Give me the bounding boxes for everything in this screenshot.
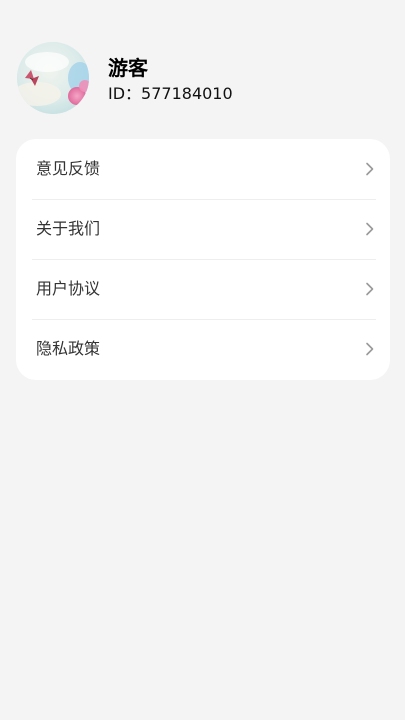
menu-item-feedback[interactable]: 意见反馈: [16, 139, 390, 199]
chevron-right-icon: [366, 282, 374, 296]
chevron-right-icon: [366, 162, 374, 176]
menu-item-user-agreement[interactable]: 用户协议: [16, 259, 390, 319]
menu-item-label: 关于我们: [36, 219, 101, 238]
username: 游客: [108, 56, 148, 80]
chevron-right-icon: [366, 342, 374, 356]
menu-item-about-us[interactable]: 关于我们: [16, 199, 390, 259]
chevron-right-icon: [366, 222, 374, 236]
avatar-image: [17, 42, 89, 114]
profile-header: 游客 ID：577184010: [17, 42, 387, 114]
user-id: ID：577184010: [108, 84, 233, 103]
settings-menu-card: 意见反馈 关于我们 用户协议 隐私政策: [16, 139, 390, 380]
menu-item-label: 用户协议: [36, 279, 101, 298]
menu-item-label: 意见反馈: [36, 159, 101, 178]
menu-item-privacy-policy[interactable]: 隐私政策: [16, 319, 390, 379]
avatar[interactable]: [17, 42, 89, 114]
menu-item-label: 隐私政策: [36, 339, 101, 358]
